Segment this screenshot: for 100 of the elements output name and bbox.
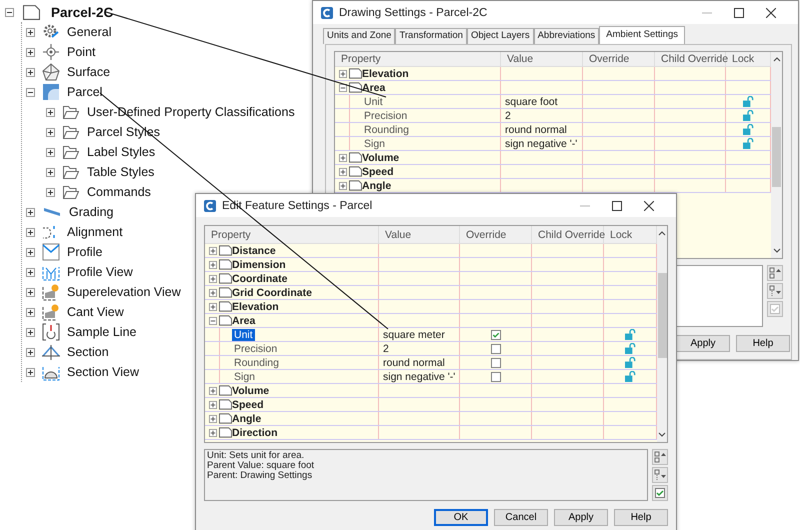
expand-icon[interactable] <box>46 128 55 136</box>
tab[interactable]: Abbreviations <box>534 28 600 44</box>
tree-item[interactable]: Alignment <box>67 225 123 239</box>
property-value[interactable]: square foot <box>505 96 558 108</box>
expand-icon[interactable] <box>26 328 35 336</box>
expand-icon[interactable] <box>26 368 35 376</box>
dialog-button[interactable]: Help <box>614 509 668 526</box>
maximize-icon[interactable] <box>612 200 622 210</box>
expand-icon[interactable] <box>209 288 217 296</box>
scrollbar[interactable] <box>771 52 782 258</box>
property-value[interactable]: 2 <box>383 342 389 354</box>
unlocked-icon[interactable] <box>742 124 754 135</box>
expand-icon[interactable] <box>26 228 35 236</box>
tree-item[interactable]: Surface <box>67 65 110 79</box>
tree-item[interactable]: Parcel <box>67 85 102 99</box>
override-checkbox[interactable] <box>490 344 500 354</box>
collapse-icon[interactable] <box>26 88 35 96</box>
expand-icon[interactable] <box>339 70 347 78</box>
tree-item[interactable]: Profile View <box>67 265 133 279</box>
column-header[interactable]: Value <box>501 52 583 66</box>
dialog-button[interactable]: Apply <box>676 335 730 352</box>
property-value[interactable]: square meter <box>383 328 445 340</box>
group-label[interactable]: Elevation <box>362 68 409 80</box>
expand-icon[interactable] <box>209 386 217 394</box>
expand-all-icon[interactable] <box>652 449 668 465</box>
expand-icon[interactable] <box>46 188 55 196</box>
group-label[interactable]: Dimension <box>232 258 286 270</box>
maximize-icon[interactable] <box>734 8 744 18</box>
unlocked-icon[interactable] <box>742 96 754 107</box>
dialog-button[interactable]: Apply <box>554 509 608 526</box>
close-icon[interactable] <box>766 8 776 18</box>
group-label[interactable]: Volume <box>232 384 270 396</box>
collapse-icon[interactable] <box>339 84 347 92</box>
column-header[interactable]: Child Override <box>655 52 726 66</box>
collapse-icon[interactable] <box>5 8 14 16</box>
scrollbar[interactable] <box>657 226 667 442</box>
property-value[interactable]: sign negative '-' <box>505 138 578 150</box>
column-header[interactable]: Property <box>335 52 501 66</box>
expand-all-icon[interactable] <box>767 265 783 281</box>
tree-item[interactable]: Commands <box>87 185 151 199</box>
close-icon[interactable] <box>644 200 654 210</box>
expand-icon[interactable] <box>26 268 35 276</box>
tree-item[interactable]: Sample Line <box>67 325 136 339</box>
tree-item[interactable]: Grading <box>69 205 114 219</box>
check-icon[interactable] <box>652 485 668 501</box>
expand-icon[interactable] <box>209 274 217 282</box>
property-label[interactable]: Rounding <box>232 356 281 368</box>
unlocked-icon[interactable] <box>742 110 754 121</box>
property-value[interactable]: sign negative '-' <box>383 370 456 382</box>
scroll-up-icon[interactable] <box>772 57 780 62</box>
expand-icon[interactable] <box>26 68 35 76</box>
tree-item[interactable]: Label Styles <box>87 145 156 159</box>
unlocked-icon[interactable] <box>624 343 636 354</box>
expand-icon[interactable] <box>26 248 35 256</box>
expand-icon[interactable] <box>209 246 217 254</box>
expand-icon[interactable] <box>46 168 55 176</box>
override-checkbox[interactable] <box>490 372 500 382</box>
tree-item[interactable]: Point <box>67 45 96 59</box>
property-label[interactable]: Sign <box>232 370 258 382</box>
property-value[interactable]: 2 <box>505 110 511 122</box>
group-label[interactable]: Angle <box>232 412 262 424</box>
property-label[interactable]: Precision <box>232 342 280 354</box>
scrollbar-thumb[interactable] <box>658 273 666 358</box>
column-header[interactable]: Value <box>379 226 460 243</box>
property-label[interactable]: Rounding <box>362 124 411 136</box>
expand-icon[interactable] <box>26 288 35 296</box>
column-header[interactable]: Property <box>205 226 379 243</box>
unlocked-icon[interactable] <box>742 138 754 149</box>
tree-item[interactable]: Superelevation View <box>67 285 181 299</box>
expand-icon[interactable] <box>209 414 217 422</box>
expand-icon[interactable] <box>209 260 217 268</box>
expand-icon[interactable] <box>46 108 55 116</box>
property-value[interactable]: round normal <box>505 124 567 136</box>
tree-item[interactable]: Profile <box>67 245 102 259</box>
expand-icon[interactable] <box>209 428 217 436</box>
expand-icon[interactable] <box>339 182 347 190</box>
column-header[interactable]: Override <box>583 52 655 66</box>
column-header[interactable]: Override <box>460 226 532 243</box>
tab[interactable]: Object Layers <box>466 28 534 44</box>
collapse-all-icon[interactable] <box>652 467 668 483</box>
scroll-down-icon[interactable] <box>772 248 780 253</box>
expand-icon[interactable] <box>26 48 35 56</box>
expand-icon[interactable] <box>26 348 35 356</box>
group-label[interactable]: Direction <box>232 426 278 438</box>
dialog-button[interactable]: Help <box>736 335 790 352</box>
expand-icon[interactable] <box>339 154 347 162</box>
override-checkbox[interactable] <box>490 330 500 340</box>
expand-icon[interactable] <box>209 302 217 310</box>
expand-icon[interactable] <box>26 208 35 216</box>
tree-item[interactable]: Parcel-2C <box>51 4 114 20</box>
group-label[interactable]: Volume <box>362 152 400 164</box>
override-checkbox[interactable] <box>490 358 500 368</box>
dialog-button[interactable]: Cancel <box>494 509 548 526</box>
unlocked-icon[interactable] <box>624 329 636 340</box>
group-label[interactable]: Angle <box>362 180 392 192</box>
scroll-up-icon[interactable] <box>658 231 666 236</box>
group-label[interactable]: Elevation <box>232 300 279 312</box>
property-label[interactable]: Unit <box>232 328 255 340</box>
property-label[interactable]: Precision <box>362 110 410 122</box>
group-label[interactable]: Speed <box>362 166 394 178</box>
